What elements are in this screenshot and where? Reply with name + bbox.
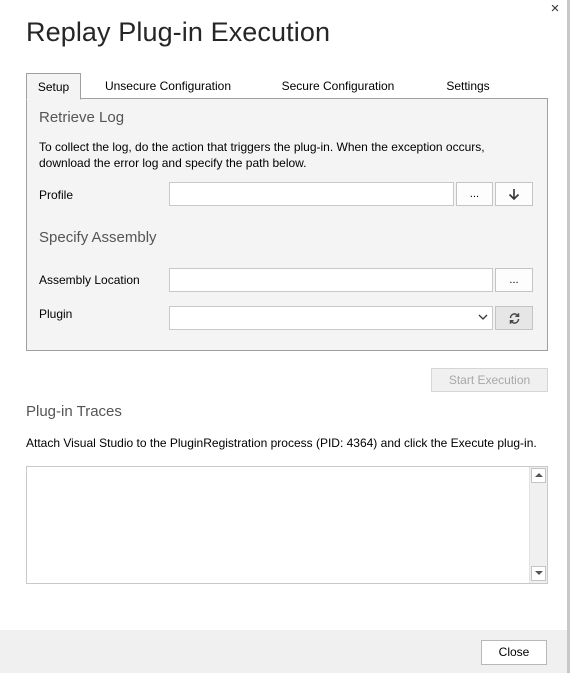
close-button[interactable]: Close xyxy=(481,640,547,665)
tab-unsecure-configuration[interactable]: Unsecure Configuration xyxy=(96,73,240,99)
dialog-title: Replay Plug-in Execution xyxy=(26,17,331,47)
dialog-footer: Close xyxy=(0,630,567,673)
plugin-traces-heading: Plug-in Traces xyxy=(26,403,122,420)
retrieve-log-description: To collect the log, do the action that t… xyxy=(39,140,485,170)
assembly-location-label: Assembly Location xyxy=(39,273,140,287)
refresh-icon xyxy=(509,313,519,324)
profile-input[interactable] xyxy=(169,182,454,206)
tab-setup[interactable]: Setup xyxy=(26,73,81,100)
assembly-location-input[interactable] xyxy=(169,268,493,292)
plugin-select[interactable] xyxy=(169,306,493,330)
tab-settings[interactable]: Settings xyxy=(438,73,498,99)
traces-scrollbar[interactable] xyxy=(529,467,547,583)
scroll-up-icon xyxy=(534,473,543,477)
profile-download-button[interactable] xyxy=(495,182,533,206)
close-icon[interactable]: × xyxy=(547,0,563,18)
assembly-browse-button[interactable]: ... xyxy=(495,268,533,292)
scroll-down-icon xyxy=(534,571,543,575)
setup-tab-panel: Retrieve Log To collect the log, do the … xyxy=(26,98,548,351)
tab-secure-configuration[interactable]: Secure Configuration xyxy=(272,73,404,99)
retrieve-log-heading: Retrieve Log xyxy=(39,109,125,126)
scroll-down-button[interactable] xyxy=(531,566,546,581)
profile-label: Profile xyxy=(39,188,74,202)
plugin-refresh-button[interactable] xyxy=(495,306,533,330)
replay-plugin-dialog: × Replay Plug-in Execution Setup Unsecur… xyxy=(0,0,570,673)
profile-browse-button[interactable]: ... xyxy=(456,182,493,206)
tab-bar: Setup Unsecure Configuration Secure Conf… xyxy=(26,73,548,100)
plugin-traces-description: Attach Visual Studio to the PluginRegist… xyxy=(26,436,537,450)
scroll-up-button[interactable] xyxy=(531,468,546,483)
start-execution-button[interactable]: Start Execution xyxy=(431,368,548,392)
chevron-down-icon xyxy=(478,314,488,320)
specify-assembly-heading: Specify Assembly xyxy=(39,229,157,246)
download-arrow-icon xyxy=(508,189,520,201)
plugin-label: Plugin xyxy=(39,307,73,321)
plugin-traces-textarea[interactable] xyxy=(26,466,548,584)
